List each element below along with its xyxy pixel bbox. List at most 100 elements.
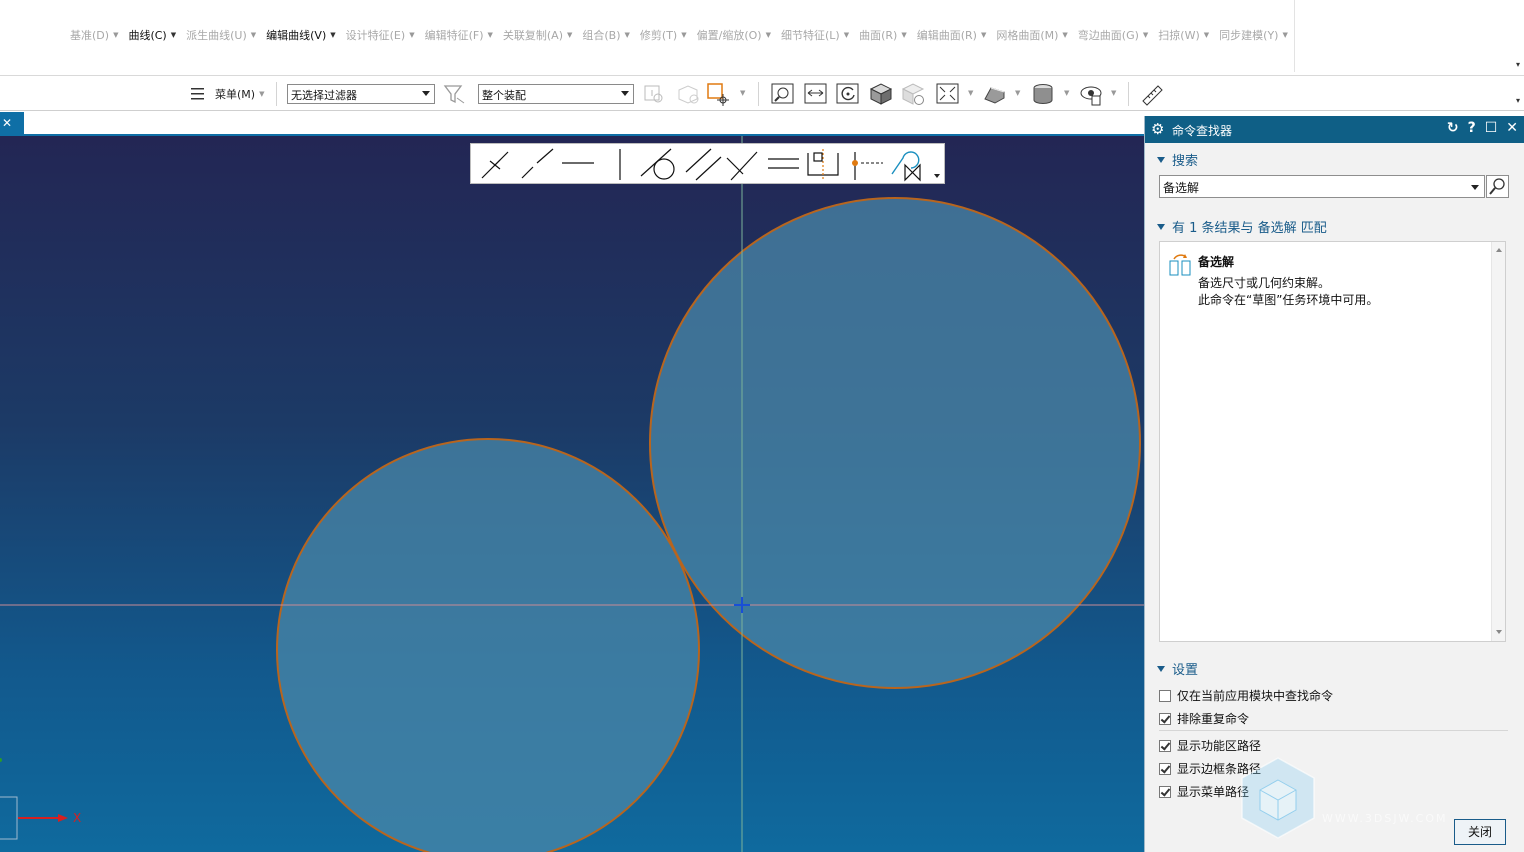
ribbon-menu-item[interactable]: 设计特征(E) ▼	[346, 27, 415, 43]
setting-exclude-duplicates[interactable]: 排除重复命令	[1159, 710, 1249, 727]
result-description: 备选尺寸或几何约束解。	[1198, 276, 1331, 290]
ribbon-caret-icon: ▼	[1142, 31, 1149, 39]
dropdown-arrow-icon	[422, 91, 430, 96]
visibility-caret-icon[interactable]: ▼	[1111, 89, 1116, 97]
ribbon-menu-item[interactable]: 曲面(R) ▼	[859, 27, 907, 43]
sketch-circle-left[interactable]	[276, 438, 700, 852]
watermark-text: WWW.3DSJW.COM	[1322, 812, 1448, 825]
visibility-icon[interactable]	[1078, 81, 1104, 107]
close-button[interactable]: 关闭	[1454, 819, 1506, 845]
result-availability: 此命令在“草图”任务环境中可用。	[1198, 293, 1379, 307]
filter-funnel-icon[interactable]	[441, 81, 467, 107]
search-button[interactable]	[1486, 175, 1509, 198]
ribbon-menu-item[interactable]: 扫掠(W) ▼	[1158, 27, 1209, 43]
ribbon-menu-label: 细节特征(L)	[780, 29, 840, 42]
setting-current-app-only[interactable]: 仅在当前应用模块中查找命令	[1159, 687, 1333, 704]
snap-point-icon[interactable]	[641, 81, 667, 107]
select-face-icon[interactable]	[705, 81, 731, 107]
graphics-viewport[interactable]: X	[0, 136, 1144, 852]
ribbon-menu-item[interactable]: 曲线(C) ▼	[128, 27, 176, 43]
watermark-cube-logo	[1241, 757, 1315, 839]
maximize-icon[interactable]: ☐	[1485, 120, 1498, 136]
ribbon-menu-label: 派生曲线(U)	[186, 29, 247, 42]
render-settings-icon[interactable]	[900, 81, 926, 107]
cylinder-display-icon[interactable]	[1030, 81, 1056, 107]
checkbox[interactable]	[1159, 689, 1171, 702]
results-scrollbar[interactable]	[1491, 242, 1505, 641]
ribbon-menu-label: 弯边曲面(G)	[1077, 29, 1139, 42]
dropdown-arrow-icon[interactable]	[1471, 185, 1479, 190]
setting-show-menu-path[interactable]: 显示菜单路径	[1159, 783, 1249, 800]
point-on-string-icon[interactable]	[852, 152, 883, 180]
menu-caret-icon: ▼	[259, 89, 265, 98]
select-body-icon[interactable]	[675, 81, 701, 107]
toolbar-separator	[1128, 82, 1129, 106]
gear-icon[interactable]: ⚙	[1151, 120, 1164, 138]
ribbon-menu-item[interactable]: 网格曲面(M) ▼	[996, 27, 1067, 43]
ribbon-menu-item[interactable]: 派生曲线(U) ▼	[186, 27, 256, 43]
parallel-constraint-icon[interactable]	[685, 148, 722, 181]
search-section-header[interactable]: 搜索	[1157, 150, 1198, 169]
ribbon-menu-item[interactable]: 基准(D) ▼	[70, 27, 118, 43]
shaded-view-icon[interactable]	[868, 81, 894, 107]
close-icon[interactable]: ✕	[1506, 120, 1518, 136]
ribbon-bar: 基准(D) ▼ 曲线(C) ▼ 派生曲线(U) ▼ 编辑曲线(V) ▼ 设计特征(E) ▼ 编辑特征…	[0, 0, 1524, 76]
ribbon-menu-item[interactable]: 编辑特征(F) ▼	[425, 27, 493, 43]
sketch-circle-right[interactable]	[649, 197, 1141, 689]
document-tab-strip: ✕	[0, 112, 1144, 136]
help-icon[interactable]: ?	[1468, 120, 1476, 136]
ribbon-menu-item[interactable]: 同步建模(Y) ▼	[1219, 27, 1288, 43]
ribbon-expand-icon[interactable]: ▾	[1516, 60, 1520, 69]
ribbon-menu-label: 关联复制(A)	[502, 29, 563, 42]
tangent-constraint-icon[interactable]	[640, 148, 675, 180]
zoom-region-icon[interactable]	[770, 81, 796, 107]
selection-filter-dropdown[interactable]: 无选择过滤器	[287, 84, 435, 104]
search-input[interactable]: 备选解	[1159, 175, 1485, 198]
sketch-toolbar-more-icon[interactable]	[934, 174, 940, 178]
section-view-icon[interactable]	[982, 81, 1008, 107]
ribbon-menu-label: 网格曲面(M)	[996, 29, 1059, 42]
rotate-view-icon[interactable]	[835, 81, 861, 107]
checkbox[interactable]	[1159, 739, 1171, 752]
fit-all-icon[interactable]	[935, 81, 961, 107]
toolbar-expand-icon[interactable]: ▾	[1516, 96, 1520, 105]
midpoint-constraint-icon[interactable]	[807, 149, 839, 180]
settings-section-header[interactable]: 设置	[1157, 659, 1198, 678]
checkbox[interactable]	[1159, 785, 1171, 798]
refresh-icon[interactable]: ↻	[1447, 120, 1459, 136]
ribbon-menu-item[interactable]: 细节特征(L) ▼	[781, 27, 849, 43]
panel-titlebar: ⚙ 命令查找器 ↻ ? ☐ ✕	[1145, 116, 1524, 143]
ribbon-menu-label: 基准(D)	[70, 29, 110, 42]
ribbon-caret-icon: ▼	[330, 31, 336, 39]
ribbon-menu-item[interactable]: 组合(B) ▼	[582, 27, 630, 43]
fit-caret-icon[interactable]: ▼	[968, 89, 973, 97]
sketch-canvas[interactable]: X	[0, 136, 1144, 852]
assembly-scope-dropdown[interactable]: 整个装配	[478, 84, 634, 104]
ribbon-menu-item[interactable]: 弯边曲面(G) ▼	[1078, 27, 1149, 43]
toolbar-separator	[758, 82, 759, 106]
ribbon-menu-label: 偏置/缩放(O)	[696, 29, 762, 42]
equal-length-constraint-icon[interactable]	[768, 158, 799, 169]
results-section-header[interactable]: 有 1 条结果与 备选解 匹配	[1157, 217, 1327, 236]
ribbon-menu-item[interactable]: 偏置/缩放(O) ▼	[697, 27, 771, 43]
checkbox[interactable]	[1159, 712, 1171, 725]
alternate-solution-icon[interactable]	[891, 151, 921, 182]
point-on-curve-icon[interactable]	[521, 148, 554, 179]
setting-show-ribbon-path[interactable]: 显示功能区路径	[1159, 737, 1261, 754]
ribbon-caret-icon: ▼	[901, 31, 907, 39]
ribbon-menu-item[interactable]: 关联复制(A) ▼	[503, 27, 573, 43]
display-caret-icon[interactable]: ▼	[1064, 89, 1069, 97]
ribbon-menu-item[interactable]: 编辑曲线(V) ▼	[266, 27, 336, 43]
ribbon-menu-item[interactable]: 编辑曲面(R) ▼	[917, 27, 987, 43]
perpendicular-constraint-icon[interactable]	[726, 151, 758, 181]
coincident-constraint-icon[interactable]	[481, 151, 509, 179]
ribbon-menu-item[interactable]: 修剪(T) ▼	[640, 27, 687, 43]
fit-width-icon[interactable]	[803, 81, 829, 107]
document-tab-close-icon[interactable]: ✕	[0, 112, 24, 136]
checkbox[interactable]	[1159, 762, 1171, 775]
select-caret-icon[interactable]: ▼	[740, 89, 745, 97]
ribbon-caret-icon: ▼	[409, 31, 415, 39]
section-caret-icon[interactable]: ▼	[1015, 89, 1020, 97]
measure-ruler-icon[interactable]	[1140, 81, 1166, 107]
menu-button[interactable]: 菜单(M) ▼	[190, 76, 264, 111]
